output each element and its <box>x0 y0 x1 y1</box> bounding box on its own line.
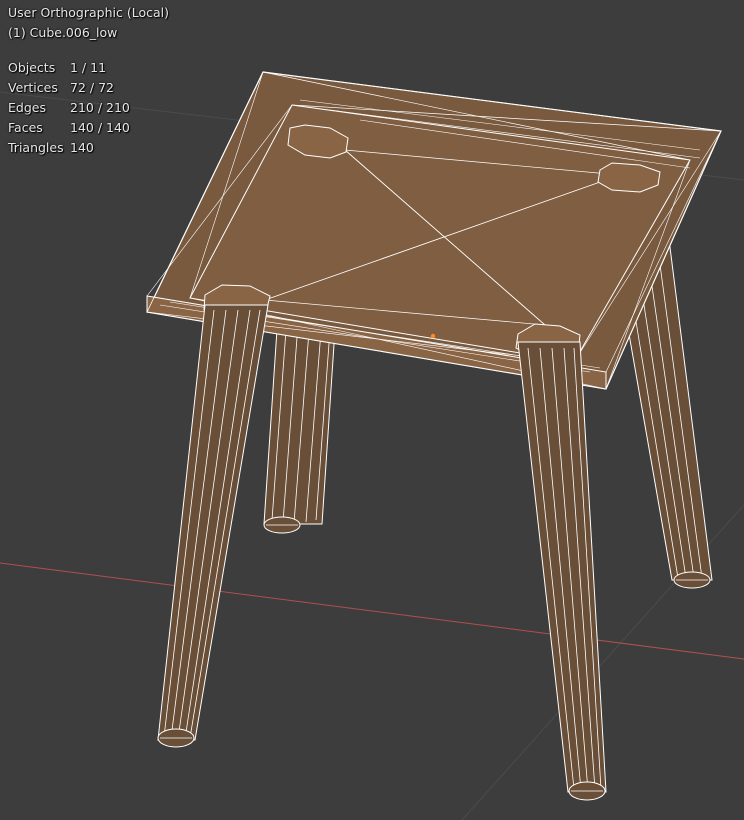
stat-value: 72 / 72 <box>70 79 114 95</box>
stat-label: Faces <box>8 119 43 135</box>
object-origin <box>430 333 436 339</box>
stat-value: 210 / 210 <box>70 99 130 115</box>
stat-row-triangles: Triangles 140 <box>8 137 130 157</box>
stat-value: 140 <box>70 139 94 155</box>
leg-front-right[interactable] <box>517 341 607 801</box>
stat-row-vertices: Vertices 72 / 72 <box>8 77 130 97</box>
stat-label: Triangles <box>8 139 64 155</box>
leg-front-left[interactable] <box>157 304 269 748</box>
stat-value: 1 / 11 <box>70 59 107 75</box>
3d-viewport[interactable]: User Orthographic (Local) (1) Cube.006_l… <box>0 0 744 820</box>
stat-row-objects: Objects 1 / 11 <box>8 57 130 77</box>
stat-row-faces: Faces 140 / 140 <box>8 117 130 137</box>
x-axis-line <box>0 562 744 660</box>
statistics-overlay: Objects 1 / 11 Vertices 72 / 72 Edges 21… <box>8 57 130 157</box>
stat-label: Edges <box>8 99 46 115</box>
stat-label: Objects <box>8 59 56 75</box>
view-name-label: User Orthographic (Local) <box>8 5 169 20</box>
active-object-label: (1) Cube.006_low <box>8 25 118 40</box>
stat-row-edges: Edges 210 / 210 <box>8 97 130 117</box>
stat-value: 140 / 140 <box>70 119 130 135</box>
stat-label: Vertices <box>8 79 58 95</box>
